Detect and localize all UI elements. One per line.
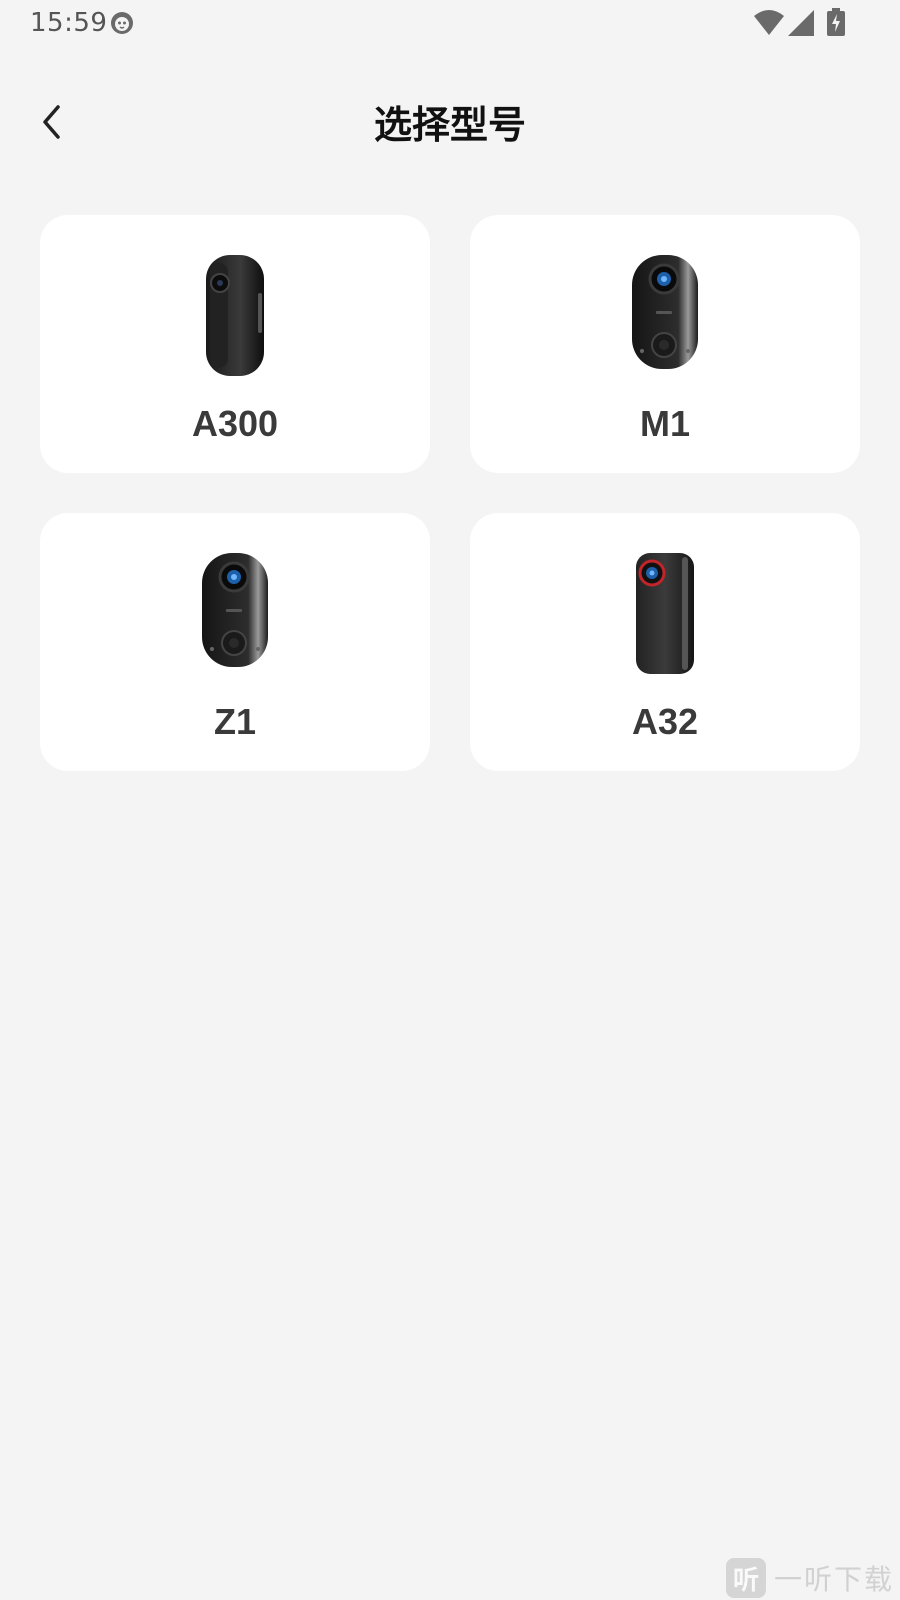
chevron-left-icon (40, 104, 64, 144)
model-label: M1 (639, 403, 690, 444)
camera-m1-image (628, 253, 702, 375)
battery-charging-icon (827, 8, 845, 40)
model-label: Z1 (213, 701, 256, 742)
signal-icon (788, 10, 814, 40)
camera-a300-image (200, 253, 270, 382)
status-time: 15:59 (30, 8, 108, 38)
camera-z1-image (198, 551, 272, 673)
wifi-icon (754, 10, 784, 40)
model-card-a32[interactable]: A32 (470, 513, 860, 771)
model-label: A32 (631, 701, 699, 742)
status-bar: 15:59 (0, 0, 900, 48)
watermark-logo: 听 (725, 1558, 766, 1598)
model-card-a300[interactable]: A300 (40, 215, 430, 473)
model-label: A300 (191, 403, 279, 444)
back-button[interactable] (30, 102, 74, 146)
model-card-z1[interactable]: Z1 (40, 513, 430, 771)
watermark: 听 一听下载 (725, 1558, 894, 1598)
page-title: 选择型号 (373, 103, 526, 147)
cat-face-icon (110, 11, 134, 35)
model-grid: A300 M1 Z1 A32 (40, 215, 860, 771)
watermark-text: 一听下载 (773, 1563, 894, 1596)
camera-a32-image (632, 551, 698, 680)
header: 选择型号 (0, 90, 900, 160)
model-card-m1[interactable]: M1 (470, 215, 860, 473)
